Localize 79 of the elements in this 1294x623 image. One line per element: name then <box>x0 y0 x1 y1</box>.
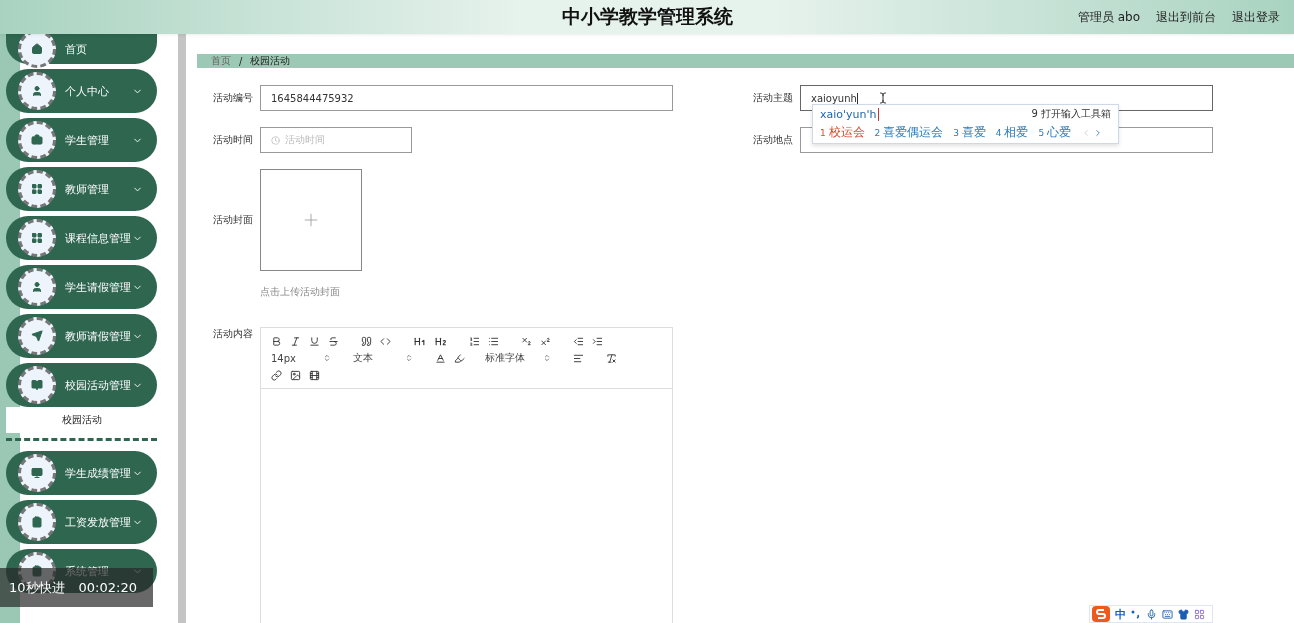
breadcrumb-separator: / <box>239 55 243 67</box>
select-arrows-icon <box>323 354 331 362</box>
ime-candidate[interactable]: 3 喜爱 <box>953 124 986 141</box>
image-icon[interactable] <box>290 369 301 381</box>
code-icon[interactable] <box>380 335 391 347</box>
fast-forward-label: 10秒快进 <box>9 578 65 597</box>
sidebar-item[interactable]: 教师请假管理 <box>6 314 157 358</box>
field-value: 1645844475932 <box>271 92 354 104</box>
superscript-icon[interactable] <box>540 335 551 347</box>
clear-format-icon[interactable] <box>606 352 617 364</box>
bold-icon[interactable] <box>271 335 282 347</box>
briefcase-icon <box>31 134 43 146</box>
outdent-icon[interactable] <box>573 335 584 347</box>
rich-text-editor[interactable]: 14px 文本 标准字体 <box>260 327 673 623</box>
field-value: xaioyunh <box>811 92 858 104</box>
field-label: 活动内容 <box>213 327 254 341</box>
strikethrough-icon[interactable] <box>328 335 339 347</box>
field-label: 活动编号 <box>213 91 254 105</box>
input-field[interactable]: 1645844475932 <box>260 85 673 111</box>
keyboard-icon[interactable] <box>1162 608 1173 620</box>
select-arrows-icon <box>405 354 413 362</box>
header-link[interactable]: 退出到前台 <box>1156 8 1216 26</box>
placeholder: 活动时间 <box>285 133 325 147</box>
ime-composition: xaio'yun'h <box>820 107 879 121</box>
monitor-icon <box>31 467 43 479</box>
paper-plane-icon <box>31 330 43 342</box>
select-arrows-icon <box>543 354 551 362</box>
user-name: 管理员 abo <box>1077 8 1140 26</box>
underline-icon[interactable] <box>309 335 320 347</box>
home-icon <box>31 43 43 55</box>
user-icon <box>31 281 43 293</box>
breadcrumb-current: 校园活动 <box>250 54 291 68</box>
field-label: 活动主题 <box>753 91 794 105</box>
ime-toolbox-link[interactable]: 9 打开输入工具箱 <box>1031 107 1111 121</box>
field-label: 活动封面 <box>213 213 254 227</box>
clipboard-check-icon <box>31 516 43 528</box>
sidebar-item[interactable]: 个人中心 <box>6 69 157 113</box>
link-icon[interactable] <box>271 369 282 381</box>
text-style-select[interactable]: 文本 <box>353 351 413 365</box>
sidebar-item[interactable]: 工资发放管理 <box>6 500 157 544</box>
book-icon <box>31 379 43 391</box>
sidebar-item[interactable]: 学生管理 <box>6 118 157 162</box>
header-link[interactable]: 退出登录 <box>1232 8 1280 26</box>
ime-candidate[interactable]: 1 校运会 <box>820 124 865 141</box>
upload-hint: 点击上传活动封面 <box>260 285 341 299</box>
font-size-select[interactable]: 14px <box>271 352 331 364</box>
shirt-icon[interactable] <box>1178 608 1189 620</box>
sidebar-item[interactable]: 校园活动管理 <box>6 363 157 407</box>
indent-icon[interactable] <box>592 335 603 347</box>
grid-icon <box>31 232 43 244</box>
user-icon <box>31 85 43 97</box>
clock-icon <box>271 135 280 145</box>
grid-icon[interactable] <box>1194 608 1205 620</box>
app-title: 中小学教学管理系统 <box>561 4 733 29</box>
field-label: 活动地点 <box>753 133 794 147</box>
bullet-list-icon[interactable] <box>488 335 499 347</box>
italic-icon[interactable] <box>290 335 301 347</box>
font-color-icon[interactable] <box>435 352 446 364</box>
field-label: 活动时间 <box>213 133 254 147</box>
microphone-icon[interactable] <box>1146 608 1157 620</box>
subscript-icon[interactable] <box>521 335 532 347</box>
ordered-list-icon[interactable] <box>469 335 480 347</box>
align-icon[interactable] <box>573 352 584 364</box>
sidebar-item[interactable]: 学生请假管理 <box>6 265 157 309</box>
image-upload-box[interactable] <box>260 169 362 271</box>
ime-candidate[interactable]: 4 相爱 <box>995 124 1029 141</box>
sidebar-item[interactable]: 学生成绩管理 <box>6 451 157 495</box>
punctuation-icon[interactable] <box>1131 609 1141 619</box>
quote-icon[interactable] <box>361 335 372 347</box>
playback-time: 00:02:20 <box>78 580 137 595</box>
ime-candidate[interactable]: 2 喜爱偶运会 <box>874 124 944 141</box>
grid-icon <box>31 183 43 195</box>
font-family-select[interactable]: 标准字体 <box>485 351 551 365</box>
highlight-icon[interactable] <box>454 352 465 364</box>
sidebar-item[interactable]: 教师管理 <box>6 167 157 211</box>
sidebar-item[interactable]: 课程信息管理 <box>6 216 157 260</box>
ime-candidate[interactable]: 5 心爱 <box>1038 124 1072 141</box>
video-icon[interactable] <box>309 369 320 381</box>
ime-mode[interactable]: 中 <box>1115 606 1126 622</box>
